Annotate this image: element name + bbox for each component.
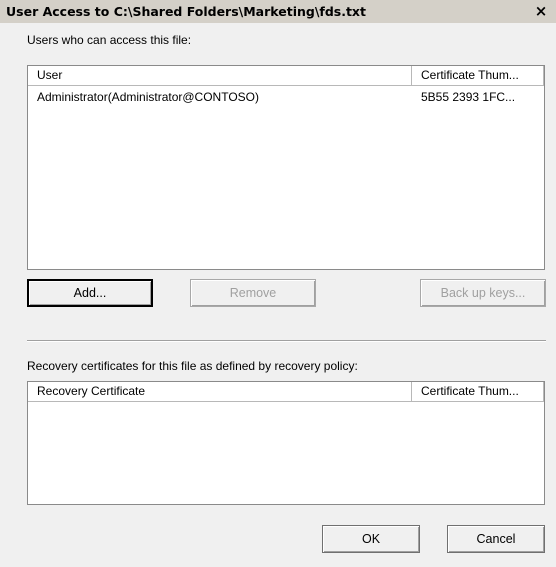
cancel-button[interactable]: Cancel <box>447 525 545 553</box>
ok-button[interactable]: OK <box>322 525 420 553</box>
close-icon[interactable]: × <box>532 2 550 20</box>
thumbprint-cell: 5B55 2393 1FC... <box>421 90 516 104</box>
user-name-cell: Administrator(Administrator@CONTOSO) <box>37 90 259 104</box>
window-title: User Access to C:\Shared Folders\Marketi… <box>6 4 366 19</box>
user-access-dialog: User Access to C:\Shared Folders\Marketi… <box>0 0 556 567</box>
column-header-user[interactable]: User <box>28 66 412 86</box>
recovery-certificates-list[interactable]: Recovery Certificate Certificate Thum... <box>27 381 545 505</box>
recovery-section-label: Recovery certificates for this file as d… <box>27 359 358 373</box>
users-list[interactable]: User Certificate Thum... Administrator(A… <box>27 65 545 270</box>
list-item[interactable]: Administrator(Administrator@CONTOSO) 5B5… <box>28 88 544 106</box>
column-header-certificate-thumbprint[interactable]: Certificate Thum... <box>412 66 544 86</box>
section-divider <box>27 340 546 342</box>
column-header-recovery-thumbprint[interactable]: Certificate Thum... <box>412 382 544 402</box>
add-button[interactable]: Add... <box>27 279 153 307</box>
title-bar[interactable]: User Access to C:\Shared Folders\Marketi… <box>0 0 556 23</box>
users-section-label: Users who can access this file: <box>27 33 192 47</box>
column-header-recovery-certificate[interactable]: Recovery Certificate <box>28 382 412 402</box>
back-up-keys-button[interactable]: Back up keys... <box>420 279 546 307</box>
recovery-list-header: Recovery Certificate Certificate Thum... <box>28 382 544 402</box>
remove-button[interactable]: Remove <box>190 279 316 307</box>
users-list-header: User Certificate Thum... <box>28 66 544 86</box>
